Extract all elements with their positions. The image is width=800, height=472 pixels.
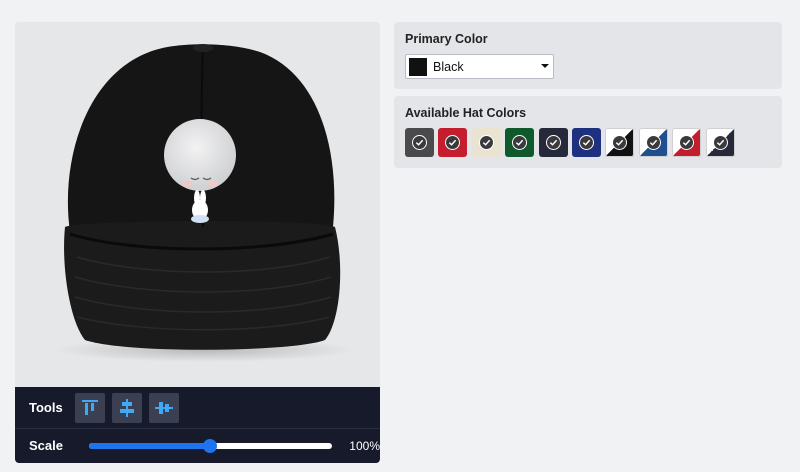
primary-color-title: Primary Color [405,32,488,46]
hat-colors-title: Available Hat Colors [405,106,527,120]
check-icon [679,135,695,150]
scale-slider-fill [88,442,211,449]
chevron-down-icon [541,64,549,68]
selected-color-swatch [409,57,427,76]
scale-label: Scale [29,438,63,453]
tools-row: Tools [15,387,380,429]
check-icon [512,135,528,150]
check-icon [645,135,661,150]
hat-color-swatch[interactable] [638,128,668,157]
scale-row: Scale 100% [15,429,380,462]
product-preview [15,22,380,387]
hat-color-swatch[interactable] [672,128,702,157]
check-icon [578,135,594,150]
hat-color-swatch[interactable] [505,128,535,157]
align-center-horizontal-button[interactable] [149,392,179,423]
align-center-vertical-icon [120,398,134,417]
check-icon [612,135,628,150]
align-top-button[interactable] [75,392,105,423]
hat-color-swatch[interactable] [538,128,568,157]
hat-color-swatches [405,128,771,157]
check-icon [445,135,461,150]
hat-color-swatch[interactable] [438,128,468,157]
hat-color-swatch[interactable] [471,128,501,157]
scale-slider-thumb[interactable] [203,438,218,453]
check-icon [412,135,427,150]
align-center-horizontal-icon [155,401,173,414]
editor-toolbar: Tools Scale 100% [15,387,380,463]
check-icon [712,135,728,150]
primary-color-select[interactable]: Black [405,54,554,79]
primary-color-panel: Primary Color Black [394,22,782,89]
hat-color-swatch[interactable] [705,128,735,157]
hat-color-swatch[interactable] [605,128,635,157]
hat-image [55,44,355,362]
align-top-icon [82,399,98,415]
selected-color-label: Black [433,59,464,74]
align-center-vertical-button[interactable] [112,392,142,423]
hat-colors-panel: Available Hat Colors [394,96,782,168]
scale-value: 100% [349,438,380,453]
check-icon [545,135,561,150]
check-icon [478,135,494,150]
tools-label: Tools [29,400,63,415]
hat-color-swatch[interactable] [405,128,434,157]
scale-slider[interactable] [88,438,333,453]
hat-color-swatch[interactable] [571,128,601,157]
